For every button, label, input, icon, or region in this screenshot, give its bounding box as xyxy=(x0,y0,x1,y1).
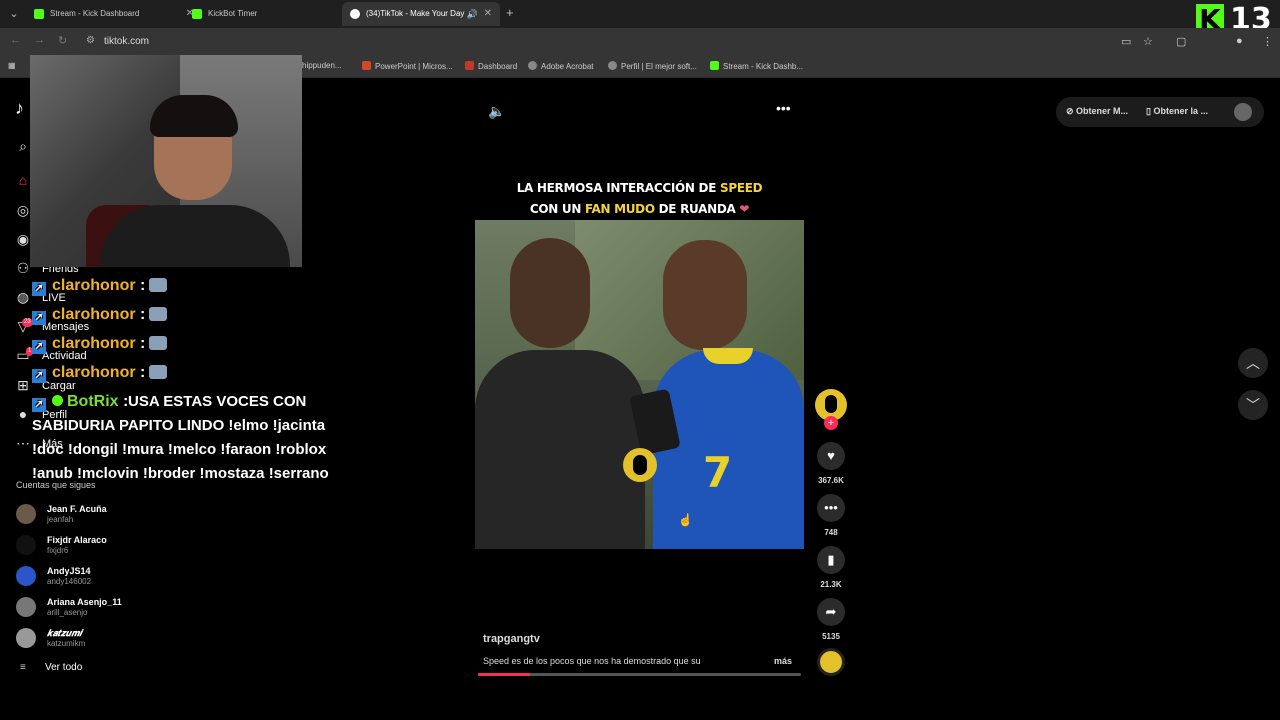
like-icon[interactable]: ♥ xyxy=(817,442,845,470)
tab-search-icon[interactable]: ⌄ xyxy=(6,6,22,22)
kick-favicon-icon xyxy=(34,9,44,19)
app-icon: ⊘ xyxy=(1066,106,1077,116)
webcam-overlay xyxy=(30,55,302,267)
bookmark-icon[interactable]: ▮ xyxy=(817,546,845,574)
jersey-number: 7 xyxy=(703,448,733,497)
account-item[interactable]: 𝒌𝒂𝒕𝒛𝒖𝒎𝒊 katzumikm xyxy=(16,626,216,652)
site-info-icon[interactable]: ⚙ xyxy=(86,35,95,46)
like-count: 367.6K xyxy=(818,476,844,485)
options-icon[interactable]: ••• xyxy=(776,100,791,116)
profile-icon[interactable]: ● xyxy=(14,405,32,423)
tab-tiktok[interactable]: (34)TikTok - Make Your Day 🔊 ✕ xyxy=(342,2,500,26)
comment-icon[interactable]: ••• xyxy=(817,494,845,522)
save-count: 21.3K xyxy=(820,580,842,589)
new-tab-button[interactable]: + xyxy=(506,5,514,20)
more-link[interactable]: más xyxy=(774,656,792,666)
volume-icon[interactable]: 🔈 xyxy=(488,103,505,120)
account-item[interactable]: Fixjdr Alaraco fixjdr6 xyxy=(16,533,216,559)
get-app-button-2[interactable]: ▯ Obtener la ... xyxy=(1146,106,1208,117)
bookmark-item[interactable]: hippuden... xyxy=(302,61,342,70)
chevron-up-icon[interactable]: ︿ xyxy=(1238,348,1268,378)
chat-badge-icon: ↗ xyxy=(32,369,46,383)
share-count: 5135 xyxy=(822,632,840,641)
bookmark-item[interactable]: Perfil | El mejor soft... xyxy=(608,61,697,71)
tab-audio-icon[interactable]: 🔊 xyxy=(467,2,478,26)
follow-plus-icon[interactable]: + xyxy=(824,416,838,430)
video-author[interactable]: trapgangtv xyxy=(483,633,540,645)
video-progress-bar[interactable] xyxy=(478,673,801,676)
emote-icon xyxy=(149,365,168,379)
tab-kickbot-timer[interactable]: KickBot Timer ✕ xyxy=(184,2,360,26)
chat-bot-text: USA ESTAS VOCES CON SABIDURIA PAPITO LIN… xyxy=(32,393,329,482)
profile-icon[interactable]: ● xyxy=(1236,35,1243,47)
extensions-icon[interactable]: ▢ xyxy=(1176,35,1186,48)
tab-title: KickBot Timer xyxy=(208,9,258,18)
tiktok-logo-icon[interactable]: ♪ xyxy=(15,98,24,119)
account-item[interactable]: Jean F. Acuña jeanfah xyxy=(16,502,216,528)
avatar xyxy=(16,535,36,555)
get-app-button-1[interactable]: ⊘ Obtener M... xyxy=(1066,106,1128,117)
comment-count: 748 xyxy=(824,528,838,537)
get-app-bar: ⊘ Obtener M... ▯ Obtener la ... xyxy=(1056,97,1264,127)
star-icon[interactable]: ☆ xyxy=(1143,35,1153,48)
cast-icon[interactable]: ▭ xyxy=(1121,35,1131,48)
mouse-cursor-icon: ☝ xyxy=(678,513,693,527)
tiktok-favicon-icon xyxy=(350,9,360,19)
following-header: Cuentas que sigues xyxy=(16,480,96,490)
see-all-link[interactable]: Ver todo xyxy=(45,662,82,673)
avatar xyxy=(16,628,36,648)
url-field[interactable]: tiktok.com xyxy=(104,36,149,47)
bookmark-item[interactable]: PowerPoint | Micros... xyxy=(362,61,453,71)
avatar xyxy=(16,504,36,524)
user-avatar[interactable] xyxy=(1234,103,1252,121)
account-item[interactable]: AndyJS14 andy146002 xyxy=(16,564,216,590)
share-icon[interactable]: ➦ xyxy=(817,598,845,626)
chat-badge-icon: ↗ xyxy=(32,311,46,325)
emote-icon xyxy=(149,307,168,321)
apps-icon[interactable]: ▦ xyxy=(8,61,16,70)
reload-icon[interactable]: ↻ xyxy=(58,34,67,47)
list-icon: ≡ xyxy=(20,662,26,673)
bookmark-item[interactable]: Dashboard xyxy=(465,61,517,71)
more-icon[interactable]: ⋯ xyxy=(14,434,32,452)
tab-title: (34)TikTok - Make Your Day xyxy=(366,9,465,18)
emote-icon xyxy=(149,336,168,350)
browser-tabbar: ⌄ Stream - Kick Dashboard ✕ KickBot Time… xyxy=(0,0,1280,28)
watermark-logo-icon xyxy=(623,448,657,482)
music-disc-icon[interactable] xyxy=(817,648,845,676)
close-tab-icon[interactable]: ✕ xyxy=(484,2,492,26)
forward-icon[interactable]: → xyxy=(34,34,45,46)
chevron-down-icon[interactable]: ﹀ xyxy=(1238,390,1268,420)
avatar xyxy=(16,597,36,617)
menu-icon[interactable]: ⋮ xyxy=(1262,35,1273,48)
address-bar: ← → ↻ ⚙ tiktok.com ▭ ☆ ▢ ● ⋮ xyxy=(0,28,1280,56)
bookmark-item[interactable]: Stream - Kick Dashb... xyxy=(710,61,803,71)
upload-icon[interactable]: ⊞ xyxy=(14,376,32,394)
back-icon[interactable]: ← xyxy=(10,34,21,46)
video-player[interactable]: 7 xyxy=(475,220,804,549)
tab-title: Stream - Kick Dashboard xyxy=(50,9,140,18)
emote-icon xyxy=(149,278,168,292)
chat-message: ↗ clarohonor : xyxy=(32,332,168,356)
kick-favicon-icon xyxy=(192,9,202,19)
video-caption: LA HERMOSA INTERACCIÓN DE SPEED CON UN F… xyxy=(516,181,763,216)
avatar xyxy=(16,566,36,586)
chat-badge-icon: ↗ xyxy=(32,282,46,296)
chat-message: ↗ clarohonor : xyxy=(32,361,168,385)
live-icon[interactable]: ◍ xyxy=(14,288,32,306)
chat-message: ↗ clarohonor : xyxy=(32,303,168,327)
chat-message: ↗ clarohonor : xyxy=(32,274,168,298)
account-item[interactable]: Ariana Asenjo_11 arill_asenjo xyxy=(16,595,216,621)
tab-kick-dashboard[interactable]: Stream - Kick Dashboard ✕ xyxy=(26,2,202,26)
chat-badge-icon: ↗ xyxy=(32,340,46,354)
video-description: Speed es de los pocos que nos ha demostr… xyxy=(483,656,701,666)
bookmark-item[interactable]: Adobe Acrobat xyxy=(528,61,593,71)
progress-fill xyxy=(478,673,530,676)
